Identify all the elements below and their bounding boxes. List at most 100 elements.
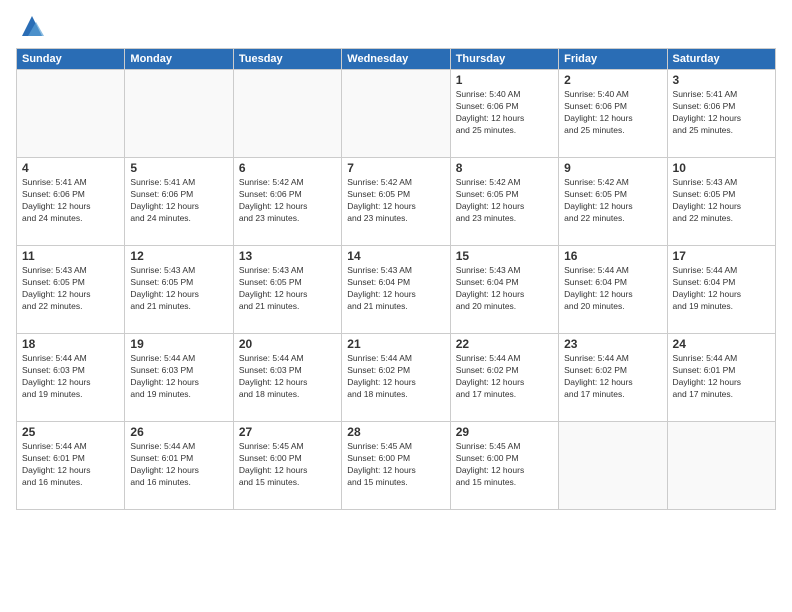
day-number: 29	[456, 425, 553, 439]
header	[16, 12, 776, 40]
day-number: 5	[130, 161, 227, 175]
calendar-cell: 27 Sunrise: 5:45 AMSunset: 6:00 PMDayligh…	[233, 422, 341, 510]
calendar-cell: 12 Sunrise: 5:43 AMSunset: 6:05 PMDayligh…	[125, 246, 233, 334]
calendar-cell: 4 Sunrise: 5:41 AMSunset: 6:06 PMDaylight…	[17, 158, 125, 246]
calendar-cell: 2Sunrise: 5:40 AMSunset: 6:06 PMDaylight…	[559, 70, 667, 158]
calendar-cell: 19Sunrise: 5:44 AMSunset: 6:03 PMDayligh…	[125, 334, 233, 422]
day-number: 24	[673, 337, 770, 351]
day-info: Sunrise: 5:42 AMSunset: 6:06 PMDaylight:…	[239, 177, 336, 225]
day-info: Sunrise: 5:44 AMSunset: 6:01 PMDaylight:…	[22, 441, 119, 489]
day-number: 8	[456, 161, 553, 175]
day-number: 4	[22, 161, 119, 175]
calendar-cell	[233, 70, 341, 158]
day-number: 11	[22, 249, 119, 263]
calendar-cell	[17, 70, 125, 158]
calendar-cell: 23Sunrise: 5:44 AMSunset: 6:02 PMDayligh…	[559, 334, 667, 422]
calendar-cell: 18 Sunrise: 5:44 AMSunset: 6:03 PMDayligh…	[17, 334, 125, 422]
calendar-cell: 25 Sunrise: 5:44 AMSunset: 6:01 PMDayligh…	[17, 422, 125, 510]
day-number: 15	[456, 249, 553, 263]
calendar-week-5: 25 Sunrise: 5:44 AMSunset: 6:01 PMDayligh…	[17, 422, 776, 510]
calendar-cell	[342, 70, 450, 158]
calendar-header-saturday: Saturday	[667, 49, 775, 70]
day-info: Sunrise: 5:43 AMSunset: 6:05 PMDaylight:…	[130, 265, 227, 313]
calendar-cell: 21Sunrise: 5:44 AMSunset: 6:02 PMDayligh…	[342, 334, 450, 422]
day-info: Sunrise: 5:44 AMSunset: 6:03 PMDaylight:…	[22, 353, 119, 401]
calendar-cell: 29 Sunrise: 5:45 AMSunset: 6:00 PMDayligh…	[450, 422, 558, 510]
day-info: Sunrise: 5:45 AMSunset: 6:00 PMDaylight:…	[239, 441, 336, 489]
calendar-cell	[559, 422, 667, 510]
day-number: 25	[22, 425, 119, 439]
calendar-cell	[125, 70, 233, 158]
day-number: 16	[564, 249, 661, 263]
day-number: 10	[673, 161, 770, 175]
page: SundayMondayTuesdayWednesdayThursdayFrid…	[0, 0, 792, 612]
calendar-cell: 22Sunrise: 5:44 AMSunset: 6:02 PMDayligh…	[450, 334, 558, 422]
calendar-cell: 17Sunrise: 5:44 AMSunset: 6:04 PMDayligh…	[667, 246, 775, 334]
day-number: 13	[239, 249, 336, 263]
day-info: Sunrise: 5:45 AMSunset: 6:00 PMDaylight:…	[347, 441, 444, 489]
calendar-cell: 9 Sunrise: 5:42 AMSunset: 6:05 PMDaylight…	[559, 158, 667, 246]
day-info: Sunrise: 5:41 AMSunset: 6:06 PMDaylight:…	[22, 177, 119, 225]
calendar-cell: 5Sunrise: 5:41 AMSunset: 6:06 PMDaylight…	[125, 158, 233, 246]
day-info: Sunrise: 5:42 AMSunset: 6:05 PMDaylight:…	[456, 177, 553, 225]
day-info: Sunrise: 5:42 AMSunset: 6:05 PMDaylight:…	[347, 177, 444, 225]
calendar-header-thursday: Thursday	[450, 49, 558, 70]
calendar-header-sunday: Sunday	[17, 49, 125, 70]
calendar-cell: 1 Sunrise: 5:40 AMSunset: 6:06 PMDaylight…	[450, 70, 558, 158]
day-info: Sunrise: 5:43 AMSunset: 6:05 PMDaylight:…	[22, 265, 119, 313]
calendar-header-wednesday: Wednesday	[342, 49, 450, 70]
day-number: 12	[130, 249, 227, 263]
calendar-header-friday: Friday	[559, 49, 667, 70]
day-number: 9	[564, 161, 661, 175]
day-info: Sunrise: 5:40 AMSunset: 6:06 PMDaylight:…	[456, 89, 553, 137]
day-info: Sunrise: 5:43 AMSunset: 6:04 PMDaylight:…	[347, 265, 444, 313]
day-info: Sunrise: 5:44 AMSunset: 6:04 PMDaylight:…	[673, 265, 770, 313]
calendar-header-row: SundayMondayTuesdayWednesdayThursdayFrid…	[17, 49, 776, 70]
calendar-cell	[667, 422, 775, 510]
calendar-week-3: 11 Sunrise: 5:43 AMSunset: 6:05 PMDayligh…	[17, 246, 776, 334]
calendar-cell: 6 Sunrise: 5:42 AMSunset: 6:06 PMDaylight…	[233, 158, 341, 246]
day-info: Sunrise: 5:44 AMSunset: 6:01 PMDaylight:…	[130, 441, 227, 489]
day-number: 26	[130, 425, 227, 439]
day-info: Sunrise: 5:43 AMSunset: 6:05 PMDaylight:…	[239, 265, 336, 313]
calendar-cell: 7 Sunrise: 5:42 AMSunset: 6:05 PMDaylight…	[342, 158, 450, 246]
calendar-cell: 3Sunrise: 5:41 AMSunset: 6:06 PMDaylight…	[667, 70, 775, 158]
day-number: 14	[347, 249, 444, 263]
day-number: 6	[239, 161, 336, 175]
day-info: Sunrise: 5:44 AMSunset: 6:03 PMDaylight:…	[130, 353, 227, 401]
calendar: SundayMondayTuesdayWednesdayThursdayFrid…	[16, 48, 776, 510]
calendar-cell: 26 Sunrise: 5:44 AMSunset: 6:01 PMDayligh…	[125, 422, 233, 510]
day-info: Sunrise: 5:44 AMSunset: 6:01 PMDaylight:…	[673, 353, 770, 401]
day-number: 1	[456, 73, 553, 87]
calendar-cell: 24 Sunrise: 5:44 AMSunset: 6:01 PMDayligh…	[667, 334, 775, 422]
calendar-week-2: 4 Sunrise: 5:41 AMSunset: 6:06 PMDaylight…	[17, 158, 776, 246]
calendar-cell: 20 Sunrise: 5:44 AMSunset: 6:03 PMDayligh…	[233, 334, 341, 422]
day-info: Sunrise: 5:43 AMSunset: 6:05 PMDaylight:…	[673, 177, 770, 225]
day-number: 2	[564, 73, 661, 87]
day-number: 20	[239, 337, 336, 351]
calendar-cell: 14 Sunrise: 5:43 AMSunset: 6:04 PMDayligh…	[342, 246, 450, 334]
calendar-week-4: 18 Sunrise: 5:44 AMSunset: 6:03 PMDayligh…	[17, 334, 776, 422]
logo	[16, 12, 46, 40]
day-info: Sunrise: 5:44 AMSunset: 6:02 PMDaylight:…	[564, 353, 661, 401]
calendar-cell: 11 Sunrise: 5:43 AMSunset: 6:05 PMDayligh…	[17, 246, 125, 334]
day-number: 3	[673, 73, 770, 87]
calendar-header-tuesday: Tuesday	[233, 49, 341, 70]
calendar-cell: 10 Sunrise: 5:43 AMSunset: 6:05 PMDayligh…	[667, 158, 775, 246]
day-info: Sunrise: 5:44 AMSunset: 6:04 PMDaylight:…	[564, 265, 661, 313]
calendar-cell: 15 Sunrise: 5:43 AMSunset: 6:04 PMDayligh…	[450, 246, 558, 334]
day-number: 18	[22, 337, 119, 351]
calendar-cell: 13 Sunrise: 5:43 AMSunset: 6:05 PMDayligh…	[233, 246, 341, 334]
calendar-cell: 28 Sunrise: 5:45 AMSunset: 6:00 PMDayligh…	[342, 422, 450, 510]
day-info: Sunrise: 5:44 AMSunset: 6:02 PMDaylight:…	[456, 353, 553, 401]
day-number: 28	[347, 425, 444, 439]
day-info: Sunrise: 5:43 AMSunset: 6:04 PMDaylight:…	[456, 265, 553, 313]
day-number: 21	[347, 337, 444, 351]
day-info: Sunrise: 5:44 AMSunset: 6:03 PMDaylight:…	[239, 353, 336, 401]
day-info: Sunrise: 5:45 AMSunset: 6:00 PMDaylight:…	[456, 441, 553, 489]
day-number: 7	[347, 161, 444, 175]
day-number: 27	[239, 425, 336, 439]
calendar-week-1: 1 Sunrise: 5:40 AMSunset: 6:06 PMDaylight…	[17, 70, 776, 158]
calendar-header-monday: Monday	[125, 49, 233, 70]
day-info: Sunrise: 5:42 AMSunset: 6:05 PMDaylight:…	[564, 177, 661, 225]
